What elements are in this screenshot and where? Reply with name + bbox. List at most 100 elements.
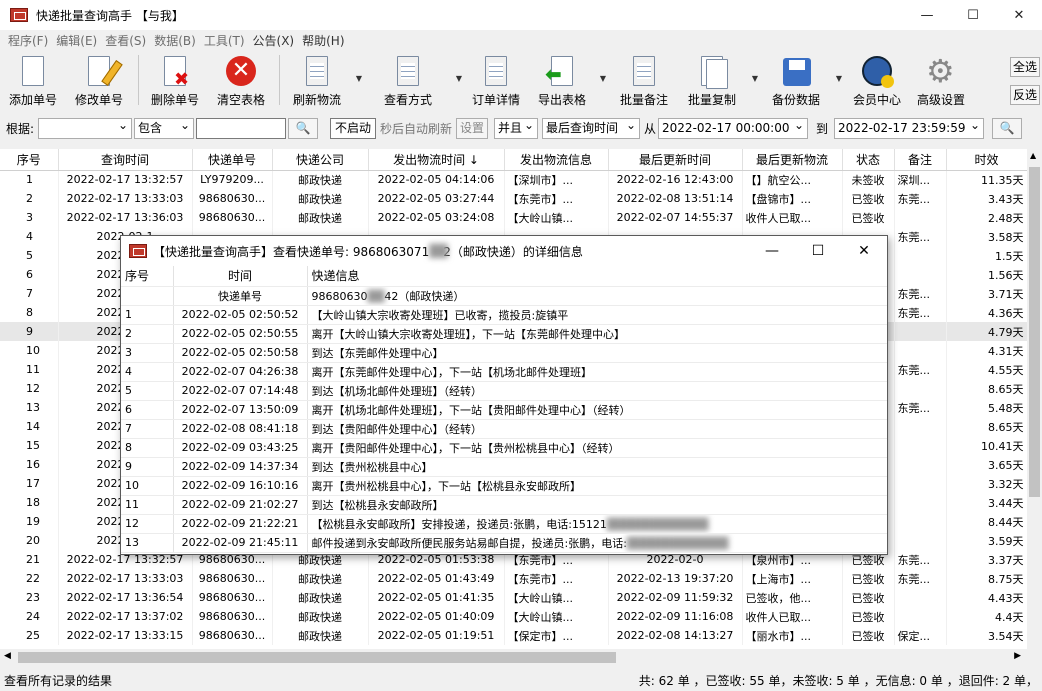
column-header[interactable]: 备注 bbox=[894, 149, 947, 171]
maximize-button[interactable]: ☐ bbox=[950, 0, 996, 30]
column-header[interactable]: 时效 bbox=[946, 149, 1027, 171]
table-cell: 深圳... bbox=[894, 170, 947, 189]
dropdown-arrow-icon[interactable]: ▼ bbox=[752, 74, 758, 83]
batch-note-button[interactable]: 批量备注 bbox=[610, 52, 678, 108]
add-button[interactable]: 添加单号 bbox=[2, 52, 64, 108]
menu-data[interactable]: 数据(B) bbox=[150, 32, 200, 49]
member-center-button[interactable]: 会员中心 bbox=[846, 52, 908, 108]
tracking-row[interactable]: 7 2022-02-08 08:41:18 到达【贵阳邮件处理中心】（经转） bbox=[121, 419, 887, 439]
export-button[interactable]: ⬅ 导出表格 ▼ bbox=[530, 52, 606, 108]
condition-select[interactable]: 包含 bbox=[134, 116, 194, 139]
tracking-cell: 7 bbox=[121, 419, 174, 439]
status-bar: 查看所有记录的结果 共: 62 单 ，已签收: 55 单，未签收: 5 单 ，无… bbox=[0, 670, 1042, 691]
tracking-cell: 2 bbox=[121, 324, 174, 344]
menu-program[interactable]: 程序(F) bbox=[4, 32, 52, 49]
set-button[interactable]: 设置 bbox=[456, 117, 489, 139]
tracking-row[interactable]: 5 2022-02-07 07:14:48 到达【机场北邮件处理班】（经转） bbox=[121, 381, 887, 401]
table-cell: 已签收 bbox=[842, 626, 895, 645]
status-summary: 共: 62 单 ，已签收: 55 单，未签收: 5 单 ，无信息: 0 单 ，退… bbox=[638, 674, 1038, 688]
scroll-right-icon[interactable]: ▶ bbox=[1014, 651, 1021, 661]
query-button[interactable]: 🔍 bbox=[992, 117, 1023, 139]
horizontal-scrollbar[interactable]: ◀ ▶ bbox=[0, 649, 1027, 666]
tracking-row[interactable]: 6 2022-02-07 13:50:09 离开【机场北邮件处理班】，下一站【贵阳邮… bbox=[121, 400, 887, 420]
vertical-scrollbar[interactable]: ▲ bbox=[1027, 149, 1042, 649]
clear-button[interactable]: ✕ 清空表格 bbox=[207, 52, 275, 108]
table-row[interactable]: 23 2022-02-17 13:36:54 98680630... 邮政快递 2022… bbox=[0, 588, 1027, 607]
delete-button[interactable]: ✖ 删除单号 bbox=[143, 52, 207, 108]
column-header[interactable]: 发出物流信息 bbox=[504, 149, 609, 171]
menu-notice[interactable]: 公告(X) bbox=[249, 32, 299, 49]
tracking-cell: 2022-02-09 14:37:34 bbox=[173, 457, 308, 477]
from-datetime-picker[interactable]: 2022-02-17 00:00:00 bbox=[658, 116, 809, 139]
table-cell: 东莞... bbox=[894, 227, 947, 246]
menu-edit[interactable]: 编辑(E) bbox=[52, 32, 101, 49]
menu-view[interactable]: 查看(S) bbox=[101, 32, 150, 49]
dropdown-arrow-icon[interactable]: ▼ bbox=[356, 74, 362, 83]
table-cell: 4.4天 bbox=[946, 607, 1027, 626]
to-datetime-picker[interactable]: 2022-02-17 23:59:59 bbox=[834, 116, 985, 139]
tracking-row[interactable]: 13 2022-02-09 21:45:11 邮件投递到永安邮政所便民服务站易邮自提… bbox=[121, 533, 887, 553]
time-field-select[interactable]: 最后查询时间 bbox=[542, 116, 641, 139]
tracking-row[interactable]: 10 2022-02-09 16:10:16 离开【贵州松桃县中心】，下一站【松桃县… bbox=[121, 476, 887, 496]
table-row[interactable]: 22 2022-02-17 13:33:03 98680630... 邮政快递 2022… bbox=[0, 569, 1027, 588]
dropdown-arrow-icon[interactable]: ▼ bbox=[600, 74, 606, 83]
tracking-row[interactable]: 9 2022-02-09 14:37:34 到达【贵州松桃县中心】 bbox=[121, 457, 887, 477]
table-row[interactable]: 2 2022-02-17 13:33:03 98680630... 邮政快递 2022-… bbox=[0, 189, 1027, 208]
scroll-left-icon[interactable]: ◀ bbox=[4, 651, 11, 661]
logic-select[interactable]: 并且 bbox=[494, 116, 539, 139]
scroll-up-icon[interactable]: ▲ bbox=[1030, 151, 1036, 160]
table-row[interactable]: 3 2022-02-17 13:36:03 98680630... 邮政快递 2022-… bbox=[0, 208, 1027, 227]
tracking-cell: 离开【贵阳邮件处理中心】，下一站【贵州松桃县中心】（经转） bbox=[307, 438, 887, 458]
vertical-scroll-thumb[interactable] bbox=[1029, 167, 1040, 497]
dialog-minimize-button[interactable]: — bbox=[749, 236, 795, 266]
menu-help[interactable]: 帮助(H) bbox=[298, 32, 348, 49]
tracking-row[interactable]: 1 2022-02-05 02:50:52 【大岭山镇大宗收寄处理班】已收寄，揽投员… bbox=[121, 305, 887, 325]
dialog-maximize-button[interactable]: ☐ bbox=[795, 236, 841, 266]
table-cell: 东莞... bbox=[894, 303, 947, 322]
tracking-row[interactable]: 8 2022-02-09 03:43:25 离开【贵阳邮件处理中心】，下一站【贵州松… bbox=[121, 438, 887, 458]
tracking-cell: 2022-02-07 04:26:38 bbox=[173, 362, 308, 382]
view-mode-button[interactable]: 查看方式 ▼ bbox=[366, 52, 462, 108]
column-header[interactable]: 序号 bbox=[0, 149, 59, 171]
search-input[interactable] bbox=[196, 117, 286, 139]
tracking-row[interactable]: 12 2022-02-09 21:22:21 【松桃县永安邮政所】安排投递，投递员:… bbox=[121, 514, 887, 534]
tracking-row[interactable]: 3 2022-02-05 02:50:58 到达【东莞邮件处理中心】 bbox=[121, 343, 887, 363]
column-header[interactable]: 状态 bbox=[842, 149, 895, 171]
dropdown-arrow-icon[interactable]: ▼ bbox=[836, 74, 842, 83]
table-row[interactable]: 1 2022-02-17 13:32:57 LY979209... 邮政快递 2022-… bbox=[0, 170, 1027, 189]
table-cell: 15 bbox=[0, 436, 59, 455]
table-row[interactable]: 24 2022-02-17 13:37:02 98680630... 邮政快递 2022… bbox=[0, 607, 1027, 626]
auto-refresh-input[interactable]: 不启动 bbox=[330, 117, 376, 139]
invert-selection-button[interactable]: 反选 bbox=[1010, 85, 1040, 105]
close-button[interactable]: ✕ bbox=[996, 0, 1042, 30]
field-select[interactable] bbox=[38, 116, 132, 139]
menu-tools[interactable]: 工具(T) bbox=[200, 32, 249, 49]
edit-button[interactable]: 修改单号 bbox=[64, 52, 134, 108]
table-cell: 【大岭山镇... bbox=[504, 607, 609, 626]
search-button[interactable]: 🔍 bbox=[288, 117, 318, 139]
table-cell: 2022-02-08 13:51:14 bbox=[608, 189, 743, 208]
select-all-button[interactable]: 全选 bbox=[1010, 57, 1040, 77]
detail-button[interactable]: 订单详情 bbox=[462, 52, 530, 108]
table-row[interactable]: 25 2022-02-17 13:33:15 98680630... 邮政快递 2022… bbox=[0, 626, 1027, 645]
column-header[interactable]: 最后更新物流 bbox=[742, 149, 843, 171]
table-cell: 4.36天 bbox=[946, 303, 1027, 322]
horizontal-scroll-thumb[interactable] bbox=[18, 652, 616, 663]
col-header-time: 时间 bbox=[173, 266, 308, 287]
table-cell: 2022-02-05 04:14:06 bbox=[368, 170, 505, 189]
minimize-button[interactable]: — bbox=[904, 0, 950, 30]
dialog-close-button[interactable]: ✕ bbox=[841, 236, 887, 266]
batch-copy-button[interactable]: 批量复制 ▼ bbox=[678, 52, 758, 108]
tracking-row[interactable]: 11 2022-02-09 21:02:27 到达【松桃县永安邮政所】 bbox=[121, 495, 887, 515]
column-header[interactable]: 快递单号 bbox=[192, 149, 273, 171]
tracking-row[interactable]: 2 2022-02-05 02:50:55 离开【大岭山镇大宗收寄处理班】，下一站【… bbox=[121, 324, 887, 344]
refresh-button[interactable]: 刷新物流 ▼ bbox=[284, 52, 362, 108]
advanced-settings-button[interactable]: ⚙ 高级设置 bbox=[908, 52, 974, 108]
column-header[interactable]: 最后更新时间 bbox=[608, 149, 743, 171]
backup-button[interactable]: 备份数据 ▼ bbox=[762, 52, 842, 108]
column-header[interactable]: 发出物流时间 ↓ bbox=[368, 149, 505, 171]
column-header[interactable]: 查询时间 bbox=[58, 149, 193, 171]
tracking-table[interactable]: 序号 时间 快递信息 快递单号 98680630██42（邮政快递） 1 2022… bbox=[121, 266, 887, 553]
tracking-row[interactable]: 4 2022-02-07 04:26:38 离开【东莞邮件处理中心】，下一站【机场北… bbox=[121, 362, 887, 382]
column-header[interactable]: 快递公司 bbox=[272, 149, 369, 171]
